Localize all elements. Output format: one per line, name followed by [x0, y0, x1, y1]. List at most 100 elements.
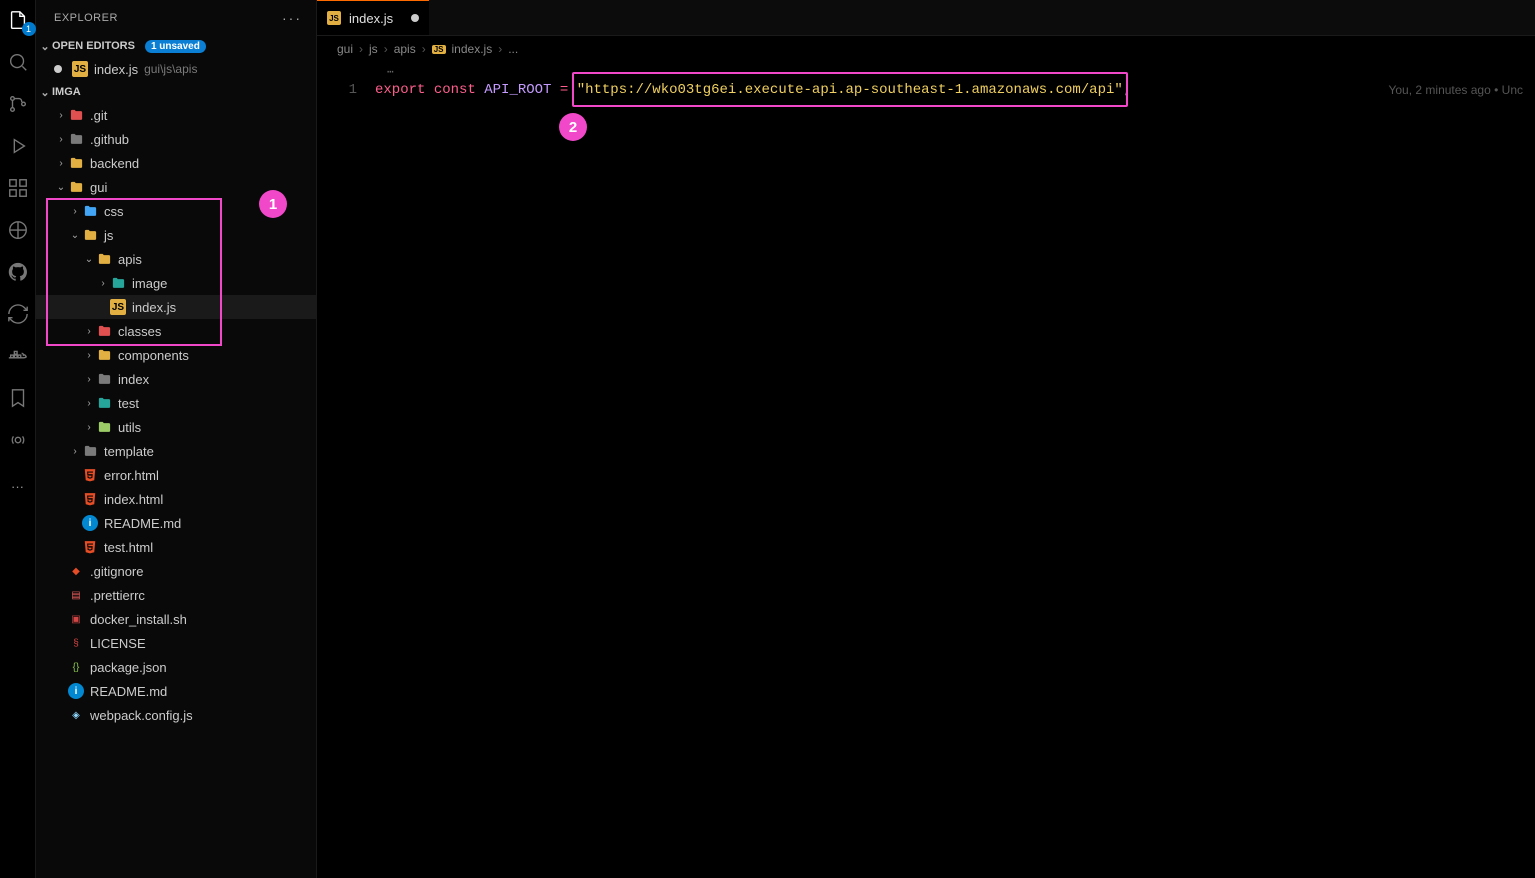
- tree-item-label: .github: [90, 132, 129, 147]
- chevron-right-icon: ›: [384, 42, 388, 56]
- activity-sync-icon[interactable]: [6, 302, 30, 326]
- activity-explorer-icon[interactable]: 1: [6, 8, 30, 32]
- file-row[interactable]: JSindex.js: [36, 295, 316, 319]
- activity-extensions-icon[interactable]: [6, 176, 30, 200]
- file-row[interactable]: error.html: [36, 463, 316, 487]
- activity-debug-icon[interactable]: [6, 134, 30, 158]
- activity-search-icon[interactable]: [6, 50, 30, 74]
- file-row[interactable]: ◈webpack.config.js: [36, 703, 316, 727]
- tab-index-js[interactable]: JS index.js: [317, 0, 429, 35]
- chevron-right-icon: ›: [498, 42, 502, 56]
- code-editor[interactable]: 1 ⋯ export const API_ROOT = "https://wko…: [317, 62, 1535, 878]
- code-line[interactable]: export const API_ROOT = "https://wko03tg…: [375, 80, 1535, 101]
- json-file-icon: {}: [68, 659, 84, 675]
- folder-row[interactable]: ›.git: [36, 103, 316, 127]
- info-file-icon: i: [68, 683, 84, 699]
- gitlens-annotation: You, 2 minutes ago • Unc: [1388, 80, 1523, 101]
- open-editor-filename: index.js: [94, 62, 138, 77]
- activity-live-icon[interactable]: [6, 428, 30, 452]
- explorer-badge: 1: [22, 22, 36, 36]
- activity-scm-icon[interactable]: [6, 92, 30, 116]
- folder-icon: [110, 275, 126, 291]
- file-row[interactable]: ▣ docker_install.sh: [36, 607, 316, 631]
- gutter: 1: [317, 66, 375, 878]
- chevron-down-icon: ⌄: [82, 254, 96, 265]
- tree-item-label: apis: [118, 252, 142, 267]
- code-fold-ellipsis: ⋯: [375, 66, 1535, 80]
- folder-row[interactable]: ›components: [36, 343, 316, 367]
- explorer-header: EXPLORER ···: [36, 0, 316, 35]
- tab-modified-dot-icon[interactable]: [411, 14, 419, 22]
- token-operator: =: [560, 82, 568, 98]
- folder-icon: [96, 419, 112, 435]
- workspace-header[interactable]: ⌄ IMGA: [36, 81, 316, 103]
- git-file-icon: ◆: [68, 563, 84, 579]
- chevron-right-icon: ›: [82, 350, 96, 361]
- editor-area: JS index.js gui › js › apis › JS index.j…: [317, 0, 1535, 878]
- breadcrumb-part[interactable]: gui: [337, 42, 353, 56]
- folder-icon: [96, 251, 112, 267]
- folder-row[interactable]: › image: [36, 271, 316, 295]
- breadcrumb-part[interactable]: js: [369, 42, 378, 56]
- tree-item-label: utils: [118, 420, 141, 435]
- folder-row[interactable]: ›classes: [36, 319, 316, 343]
- tree-item-label: test: [118, 396, 139, 411]
- tree-item-label: .gitignore: [90, 564, 143, 579]
- folder-row[interactable]: ⌄ apis: [36, 247, 316, 271]
- breadcrumb-part[interactable]: apis: [394, 42, 416, 56]
- tab-label: index.js: [349, 11, 393, 26]
- js-file-icon: JS: [110, 299, 126, 315]
- folder-row[interactable]: ›template: [36, 439, 316, 463]
- file-row[interactable]: {}package.json: [36, 655, 316, 679]
- activity-more-icon[interactable]: ···: [6, 474, 30, 498]
- folder-row[interactable]: ›index: [36, 367, 316, 391]
- shell-file-icon: ▣: [68, 611, 84, 627]
- folder-row[interactable]: ›utils: [36, 415, 316, 439]
- chevron-right-icon: ›: [54, 134, 68, 145]
- file-row[interactable]: test.html: [36, 535, 316, 559]
- open-editor-item[interactable]: JS index.js gui\js\apis: [36, 57, 316, 81]
- open-editors-header[interactable]: ⌄ OPEN EDITORS 1 unsaved: [36, 35, 316, 57]
- prettier-file-icon: ▤: [68, 587, 84, 603]
- explorer-sidebar: EXPLORER ··· ⌄ OPEN EDITORS 1 unsaved JS…: [36, 0, 317, 878]
- explorer-more-icon[interactable]: ···: [282, 10, 302, 26]
- folder-row[interactable]: ⌄js: [36, 223, 316, 247]
- chevron-right-icon: ›: [82, 398, 96, 409]
- code-content[interactable]: ⋯ export const API_ROOT = "https://wko03…: [375, 66, 1535, 878]
- annotation-callout-1: 1: [259, 190, 287, 218]
- activity-remote-icon[interactable]: [6, 218, 30, 242]
- breadcrumb-file[interactable]: index.js: [452, 42, 493, 56]
- tree-item-label: css: [104, 204, 124, 219]
- file-row[interactable]: iREADME.md: [36, 511, 316, 535]
- tree-item-label: js: [104, 228, 113, 243]
- tree-item-label: error.html: [104, 468, 159, 483]
- folder-row[interactable]: › .github: [36, 127, 316, 151]
- file-row[interactable]: ◆ .gitignore: [36, 559, 316, 583]
- file-row[interactable]: §LICENSE: [36, 631, 316, 655]
- open-editor-path: gui\js\apis: [144, 62, 197, 76]
- activity-github-icon[interactable]: [6, 260, 30, 284]
- breadcrumbs[interactable]: gui › js › apis › JS index.js › ...: [317, 36, 1535, 62]
- file-tree: ›.git›.github›backend⌄gui›css⌄js⌄apis›im…: [36, 103, 316, 878]
- token-keyword: const: [434, 82, 476, 98]
- tree-item-label: gui: [90, 180, 107, 195]
- tree-item-label: test.html: [104, 540, 153, 555]
- unsaved-badge: 1 unsaved: [145, 40, 206, 53]
- activity-bookmark-icon[interactable]: [6, 386, 30, 410]
- folder-icon: [68, 179, 84, 195]
- folder-row[interactable]: › test: [36, 391, 316, 415]
- folder-row[interactable]: ›backend: [36, 151, 316, 175]
- chevron-right-icon: ›: [96, 278, 110, 289]
- file-row[interactable]: iREADME.md: [36, 679, 316, 703]
- webpack-file-icon: ◈: [68, 707, 84, 723]
- info-file-icon: i: [82, 515, 98, 531]
- folder-icon: [96, 323, 112, 339]
- file-row[interactable]: index.html: [36, 487, 316, 511]
- tree-item-label: classes: [118, 324, 161, 339]
- tree-item-label: image: [132, 276, 167, 291]
- activity-docker-icon[interactable]: [6, 344, 30, 368]
- tree-item-label: .prettierrc: [90, 588, 145, 603]
- file-row[interactable]: ▤ .prettierrc: [36, 583, 316, 607]
- tree-item-label: docker_install.sh: [90, 612, 187, 627]
- chevron-right-icon: ›: [68, 206, 82, 217]
